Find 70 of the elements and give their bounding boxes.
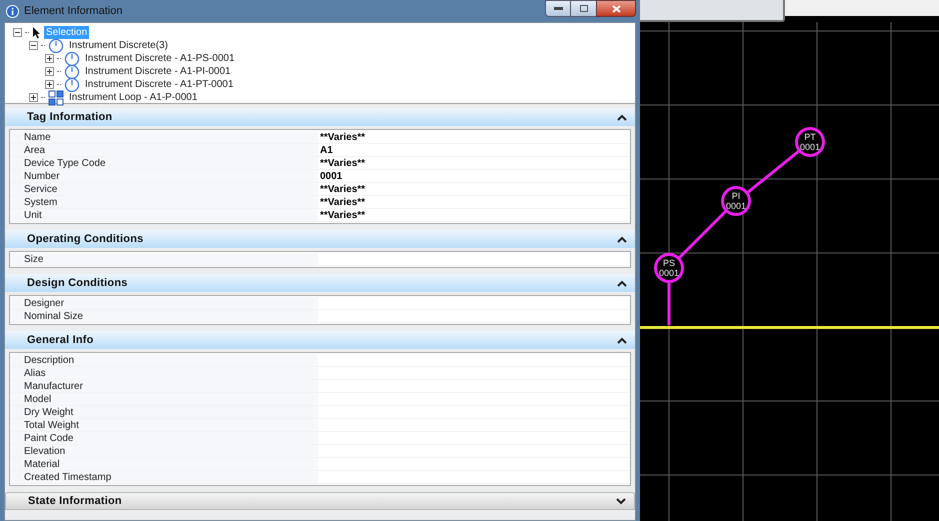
property-label: Material bbox=[10, 458, 318, 470]
property-label: Nominal Size bbox=[10, 310, 318, 322]
property-value: A1 bbox=[319, 144, 333, 156]
section-title: Tag Information bbox=[27, 110, 114, 125]
chevron-up-icon[interactable] bbox=[617, 114, 627, 120]
property-value: 0001 bbox=[319, 170, 342, 182]
tree-item[interactable]: Instrument Loop - A1-P-0001 bbox=[67, 91, 200, 104]
instrument-number: 0001 bbox=[800, 142, 820, 152]
property-label: Area bbox=[10, 144, 318, 156]
maximize-button[interactable] bbox=[571, 0, 596, 17]
property-value: **Varies** bbox=[319, 157, 366, 169]
property-label: Total Weight bbox=[10, 419, 318, 431]
property-value: **Varies** bbox=[319, 131, 366, 143]
expand-box-icon[interactable] bbox=[45, 80, 54, 89]
tree-item[interactable]: Instrument Discrete - A1-PS-0001 bbox=[83, 52, 237, 65]
section-header[interactable]: Operating Conditions bbox=[5, 230, 635, 248]
tree-item[interactable]: Instrument Discrete(3) bbox=[67, 39, 170, 52]
property-label: System bbox=[10, 196, 318, 208]
property-label: Elevation bbox=[10, 445, 318, 457]
property-label: Dry Weight bbox=[10, 406, 318, 418]
chevron-up-icon[interactable] bbox=[617, 280, 627, 286]
gauge-icon bbox=[48, 38, 64, 54]
property-label: Designer bbox=[10, 297, 318, 309]
minimize-button[interactable] bbox=[545, 0, 571, 17]
chevron-down-icon[interactable] bbox=[616, 498, 626, 504]
info-icon bbox=[6, 4, 19, 18]
property-label: Manufacturer bbox=[10, 380, 318, 392]
instrument-code: PT bbox=[804, 132, 816, 142]
instrument-number: 0001 bbox=[726, 201, 746, 211]
property-label: Alias bbox=[10, 367, 318, 379]
chevron-up-icon[interactable] bbox=[617, 336, 627, 344]
gauge-icon bbox=[64, 50, 80, 66]
instrument-code: PS bbox=[662, 258, 675, 268]
property-value: **Varies** bbox=[319, 183, 366, 195]
property-label: Description bbox=[10, 354, 318, 366]
tree-item[interactable]: Instrument Discrete - A1-PI-0001 bbox=[83, 65, 233, 78]
section-title: Operating Conditions bbox=[27, 232, 144, 247]
section-header[interactable]: State Information bbox=[5, 492, 635, 510]
section-title: Design Conditions bbox=[27, 276, 129, 291]
close-button[interactable] bbox=[596, 0, 636, 17]
expand-box-icon[interactable] bbox=[29, 93, 38, 102]
gauge-icon bbox=[64, 76, 80, 92]
collapse-box-icon[interactable] bbox=[29, 41, 38, 50]
property-label: Device Type Code bbox=[10, 157, 318, 169]
property-label: Created Timestamp bbox=[10, 471, 318, 483]
property-value: **Varies** bbox=[319, 196, 366, 208]
tree-item[interactable]: Instrument Discrete - A1-PT-0001 bbox=[83, 78, 236, 91]
section-header[interactable]: Tag Information bbox=[5, 108, 635, 126]
property-value: **Varies** bbox=[319, 209, 366, 221]
property-label: Model bbox=[10, 393, 318, 405]
section-header[interactable]: General Info bbox=[5, 331, 635, 349]
collapse-box-icon[interactable] bbox=[13, 28, 22, 37]
window-title: Element Information bbox=[24, 4, 124, 19]
section-header[interactable]: Design Conditions bbox=[5, 274, 635, 292]
property-label: Paint Code bbox=[10, 432, 318, 444]
property-label: Unit bbox=[10, 209, 318, 221]
close-icon[interactable] bbox=[612, 4, 620, 12]
pointer-icon bbox=[32, 26, 41, 39]
expand-box-icon[interactable] bbox=[45, 54, 54, 63]
expand-box-icon[interactable] bbox=[45, 67, 54, 76]
instrument-code: PI bbox=[732, 191, 740, 201]
section-title: General Info bbox=[27, 332, 95, 348]
chevron-up-icon[interactable] bbox=[617, 236, 627, 242]
section-title: State Information bbox=[28, 494, 123, 509]
gauge-icon bbox=[64, 64, 80, 80]
instrument-number: 0001 bbox=[658, 268, 680, 278]
property-label: Name bbox=[10, 131, 318, 143]
property-label: Size bbox=[10, 253, 318, 265]
property-label: Service bbox=[10, 183, 318, 195]
property-label: Number bbox=[10, 170, 318, 182]
